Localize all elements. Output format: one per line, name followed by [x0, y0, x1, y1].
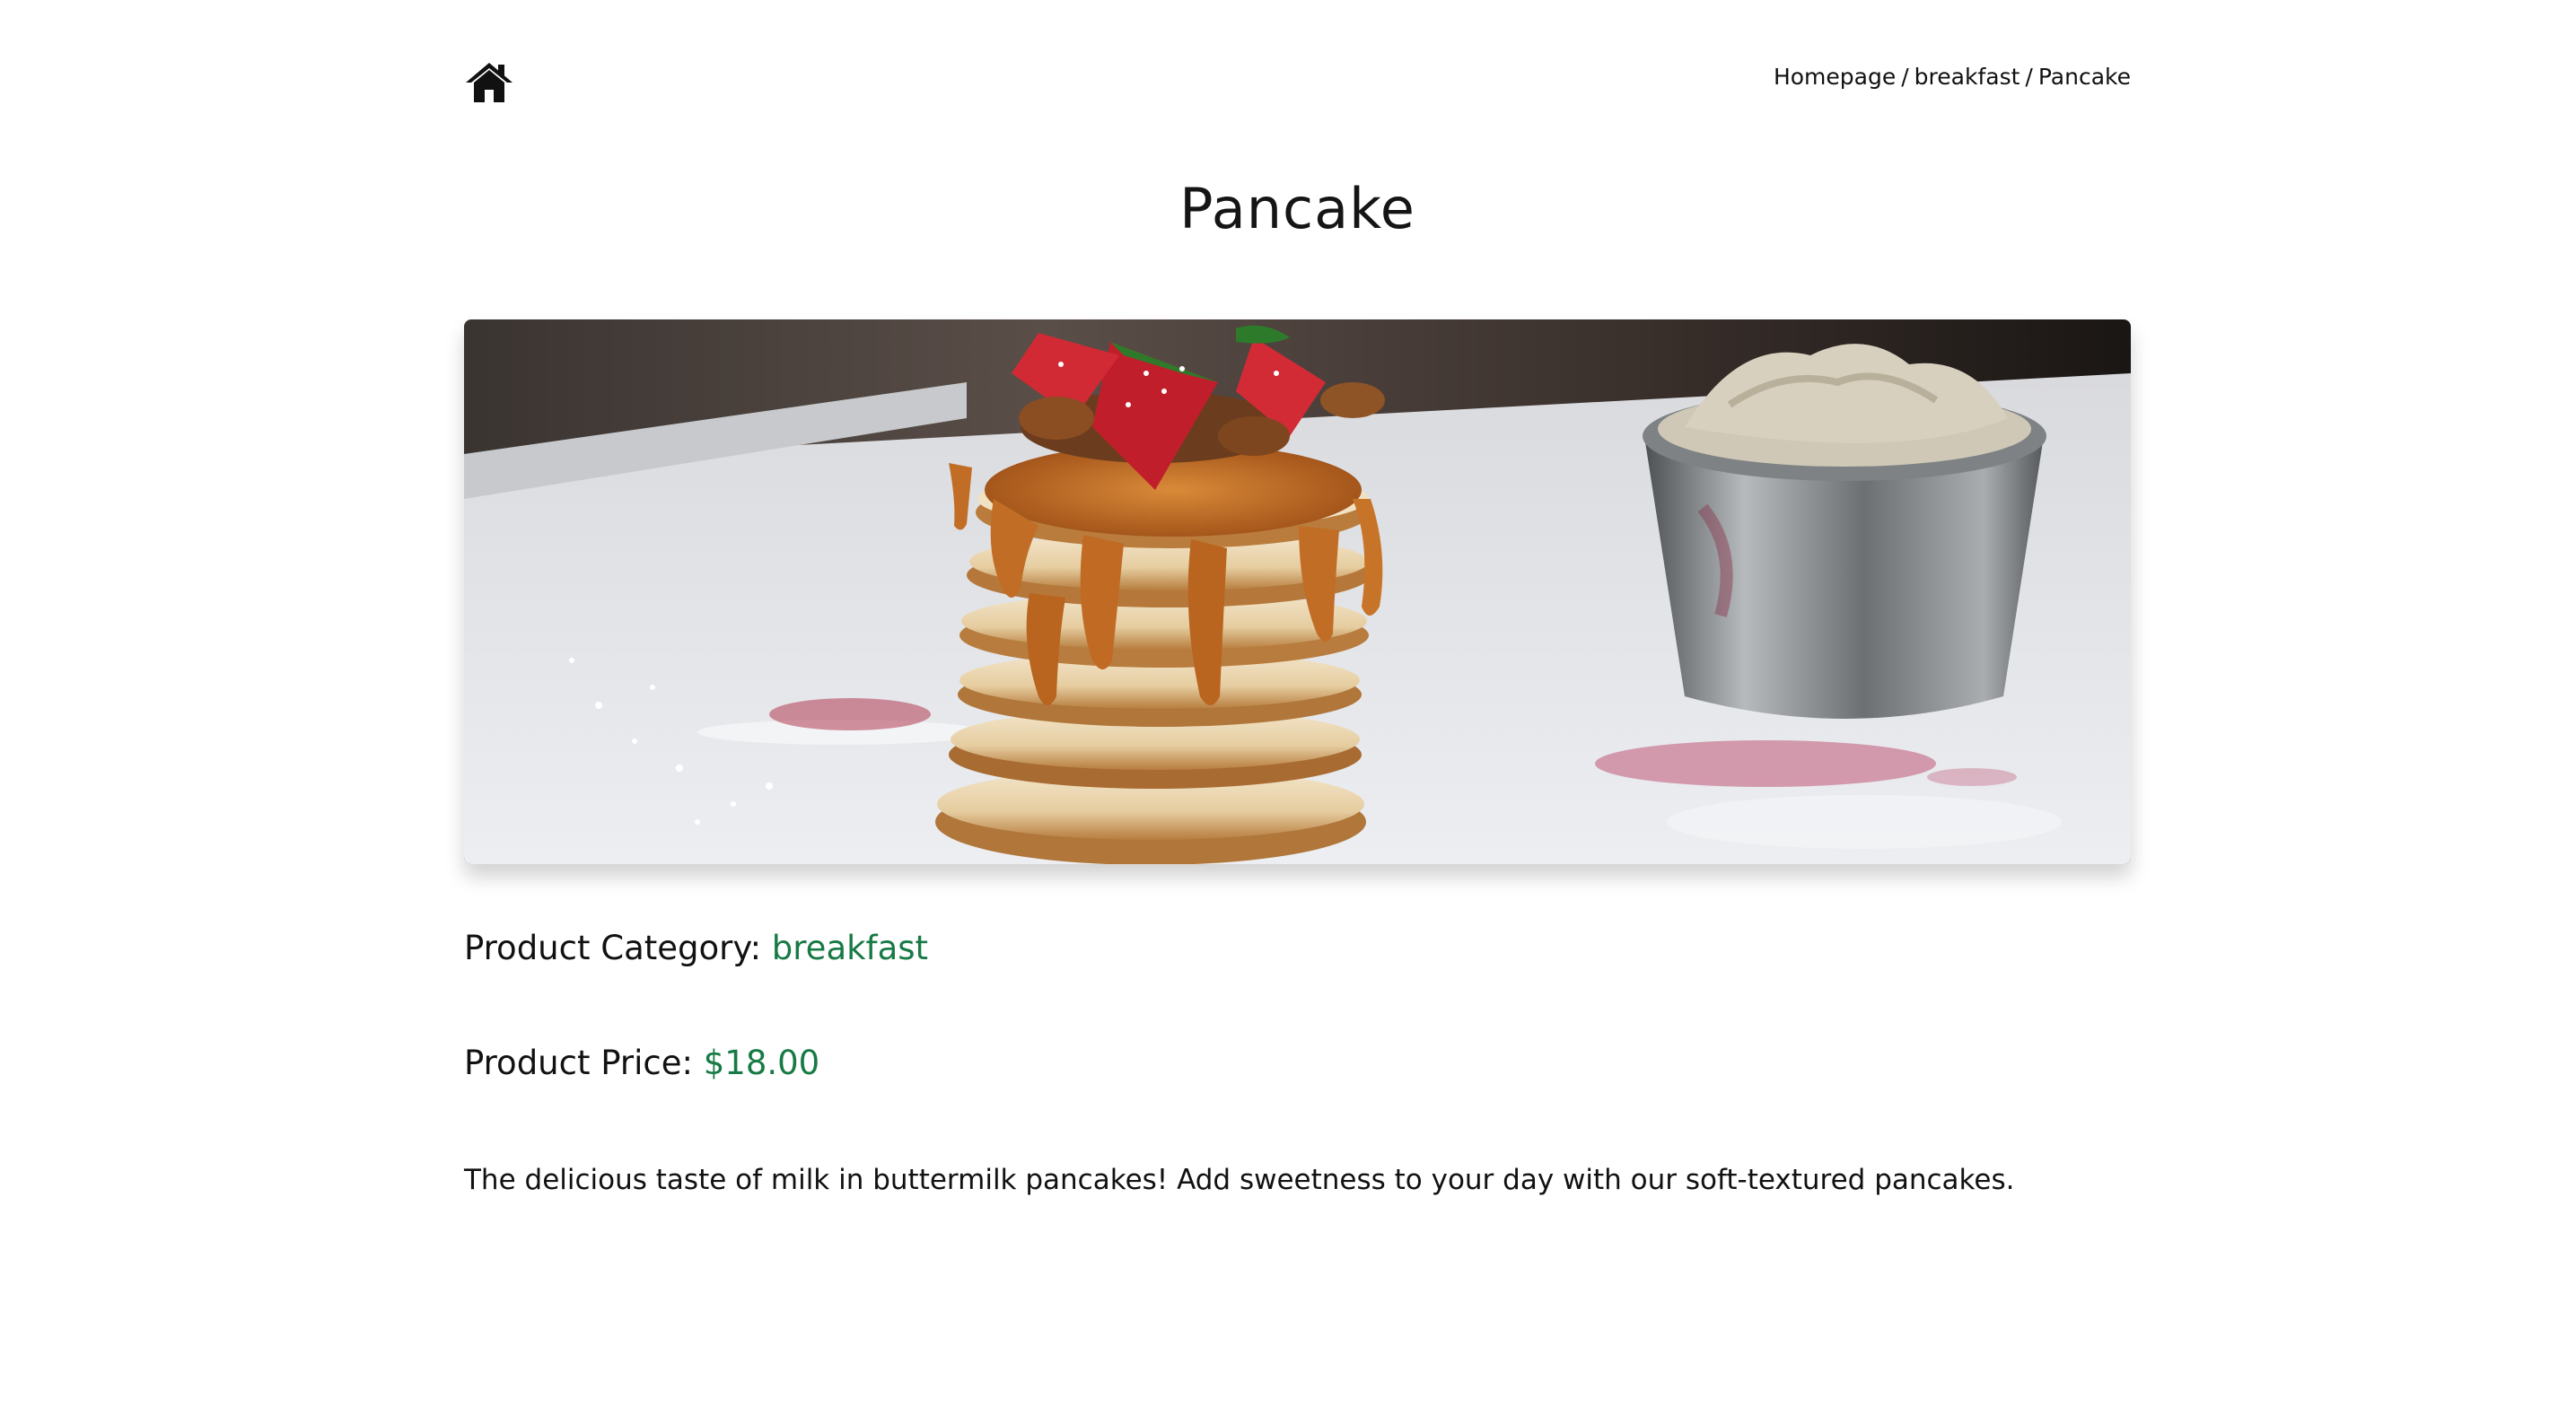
home-button[interactable] — [464, 61, 514, 104]
product-price: Product Price: $18.00 — [464, 1041, 819, 1086]
product-price-label: Product Price: — [464, 1044, 693, 1082]
product-page: Homepage / breakfast / Pancake Pancake P… — [464, 0, 2131, 1407]
product-category-label: Product Category: — [464, 929, 762, 967]
product-price-value: $18.00 — [703, 1044, 820, 1082]
breadcrumb-breakfast[interactable]: breakfast — [1914, 64, 2020, 90]
page-title: Pancake — [1179, 176, 1415, 241]
breadcrumb-current: Pancake — [2037, 64, 2131, 90]
breadcrumb-separator: / — [2025, 64, 2033, 90]
breadcrumb-homepage[interactable]: Homepage — [1774, 64, 1896, 90]
breadcrumb-separator: / — [1901, 64, 1909, 90]
home-icon — [466, 63, 513, 102]
product-image — [464, 319, 2131, 864]
pancake-image — [464, 319, 2131, 864]
product-description: The delicious taste of milk in buttermil… — [464, 1164, 2015, 1196]
breadcrumb: Homepage / breakfast / Pancake — [1774, 59, 2131, 95]
product-category: Product Category: breakfast — [464, 926, 928, 971]
product-category-value: breakfast — [771, 929, 929, 967]
top-bar: Homepage / breakfast / Pancake — [464, 56, 2131, 109]
